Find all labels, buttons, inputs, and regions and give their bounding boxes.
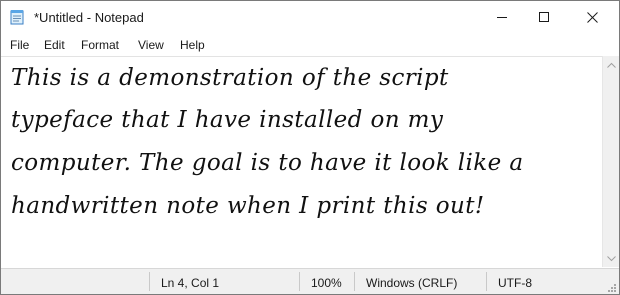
status-divider (486, 272, 487, 291)
zoom-level: 100% (311, 276, 342, 290)
status-bar: Ln 4, Col 1 100% Windows (CRLF) UTF-8 (1, 268, 619, 294)
scroll-up-button[interactable] (603, 56, 619, 73)
maximize-button[interactable] (521, 1, 567, 33)
notepad-icon (10, 10, 24, 25)
menu-view[interactable]: View (138, 38, 164, 52)
encoding: UTF-8 (498, 276, 532, 290)
editor-line[interactable]: computer. The goal is to have it look li… (11, 150, 523, 176)
editor-line[interactable]: handwritten note when I print this out! (11, 193, 485, 219)
scroll-down-button[interactable] (603, 250, 619, 267)
status-divider (299, 272, 300, 291)
resize-grip-icon[interactable] (605, 281, 617, 293)
status-divider (354, 272, 355, 291)
menu-bar: File Edit Format View Help (1, 34, 619, 56)
title-bar[interactable]: *Untitled - Notepad (1, 1, 619, 34)
window-title: *Untitled - Notepad (34, 10, 144, 25)
menu-file[interactable]: File (10, 38, 29, 52)
close-icon (586, 11, 598, 23)
editor-line[interactable]: typeface that I have installed on my (11, 107, 443, 133)
text-editor[interactable]: This is a demonstration of the script ty… (1, 56, 602, 268)
minimize-icon (497, 17, 507, 18)
menu-edit[interactable]: Edit (44, 38, 65, 52)
minimize-button[interactable] (479, 1, 525, 33)
chevron-up-icon (607, 62, 616, 68)
line-ending: Windows (CRLF) (366, 276, 458, 290)
close-button[interactable] (569, 1, 615, 33)
menu-format[interactable]: Format (81, 38, 119, 52)
menu-help[interactable]: Help (180, 38, 205, 52)
maximize-icon (539, 12, 549, 22)
chevron-down-icon (607, 255, 616, 261)
cursor-position: Ln 4, Col 1 (161, 276, 220, 290)
editor-line[interactable]: This is a demonstration of the script (11, 65, 449, 91)
vertical-scrollbar[interactable] (602, 56, 619, 267)
status-divider (149, 272, 150, 291)
notepad-window: *Untitled - Notepad File Edit Format Vie… (0, 0, 620, 295)
